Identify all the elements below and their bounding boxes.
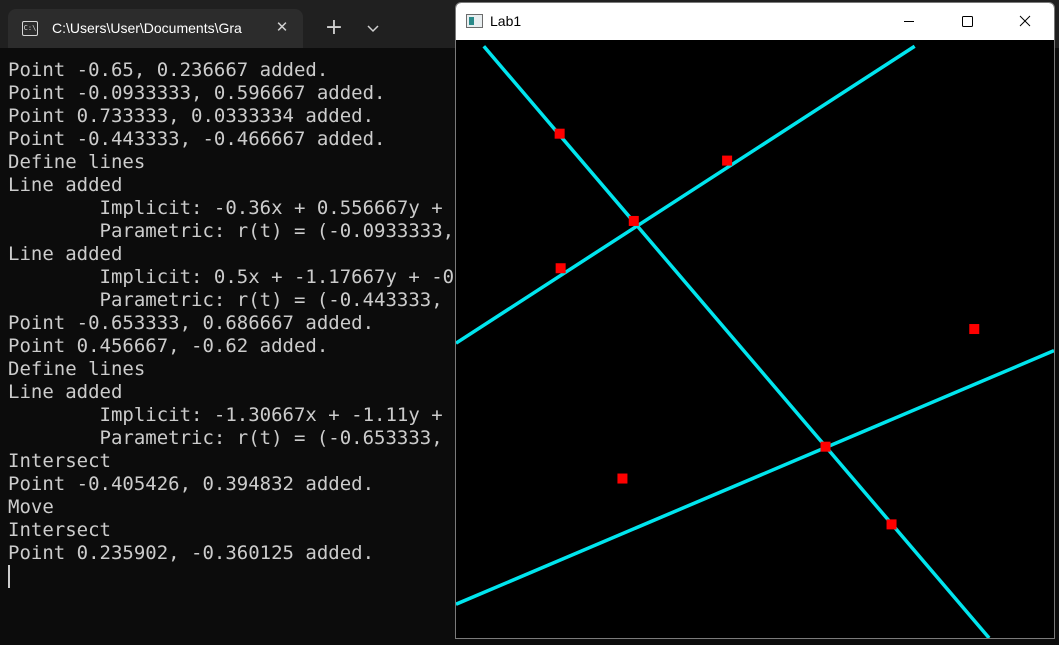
console-output[interactable]: Point -0.65, 0.236667 added. Point -0.09…	[8, 59, 453, 619]
console-line: Point -0.0933333, 0.596667 added.	[8, 82, 386, 104]
lab1-title-bar[interactable]: Lab1	[456, 3, 1054, 40]
tab-title: C:\Users\User\Documents\Gra	[52, 20, 242, 36]
chevron-down-icon[interactable]	[360, 15, 386, 43]
console-icon: C:\	[22, 21, 38, 36]
console-line: Move	[8, 496, 54, 518]
app-icon	[466, 14, 483, 28]
console-line: Point -0.65, 0.236667 added.	[8, 59, 329, 81]
minimize-icon	[904, 21, 914, 22]
minimize-button[interactable]	[880, 3, 938, 40]
console-line: Implicit: -1.30667x + -1.11y + 0.	[8, 404, 453, 426]
console-line: Intersect	[8, 450, 111, 472]
console-line: Intersect	[8, 519, 111, 541]
console-line: Line added	[8, 381, 123, 403]
line-1	[456, 44, 916, 345]
point-marker-2	[722, 155, 733, 166]
point-marker-7	[628, 215, 639, 226]
point-marker-3	[969, 324, 980, 335]
console-line: Point -0.653333, 0.686667 added.	[8, 312, 375, 334]
point-marker-1	[555, 263, 566, 274]
console-line: Implicit: 0.5x + -1.17667y + -0.325	[8, 266, 454, 288]
console-line: Parametric: r(t) = (-0.443333, -0.46	[99, 289, 443, 311]
console-line: Point 0.456667, -0.62 added.	[8, 335, 329, 357]
console-line: Point -0.405426, 0.394832 added.	[8, 473, 375, 495]
console-line: Point -0.443333, -0.466667 added.	[8, 128, 386, 150]
window-title: Lab1	[490, 13, 522, 29]
maximize-icon	[962, 16, 973, 27]
console-line: Define lines	[8, 151, 146, 173]
point-marker-4	[617, 473, 628, 484]
console-line: Line added	[8, 174, 123, 196]
point-marker-5	[554, 128, 565, 139]
close-button[interactable]	[996, 3, 1054, 40]
point-marker-8	[820, 441, 831, 452]
drawing-canvas[interactable]	[456, 40, 1054, 638]
console-line: Point 0.235902, -0.360125 added.	[8, 542, 375, 564]
line-3	[456, 349, 1054, 606]
text-cursor	[8, 565, 10, 588]
console-line: Point 0.733333, 0.0333334 added.	[8, 105, 375, 127]
console-line: Define lines	[8, 358, 146, 380]
new-tab-button[interactable]: +	[320, 15, 348, 43]
console-line: Parametric: r(t) = (-0.0933333, 0.59	[99, 220, 454, 242]
console-line: Line added	[8, 243, 123, 265]
lab1-window: Lab1	[455, 2, 1055, 639]
plot-svg	[456, 44, 1054, 638]
close-icon[interactable]: ✕	[272, 17, 292, 37]
maximize-button[interactable]	[938, 3, 996, 40]
close-icon	[1019, 15, 1031, 27]
terminal-tab[interactable]: C:\ C:\Users\User\Documents\Gra ✕	[8, 9, 303, 48]
point-marker-6	[886, 519, 897, 530]
console-line: Parametric: r(t) = (-0.653333, 0.68	[8, 427, 453, 449]
console-line: Implicit: -0.36x + 0.556667y + -0.362	[99, 197, 443, 219]
